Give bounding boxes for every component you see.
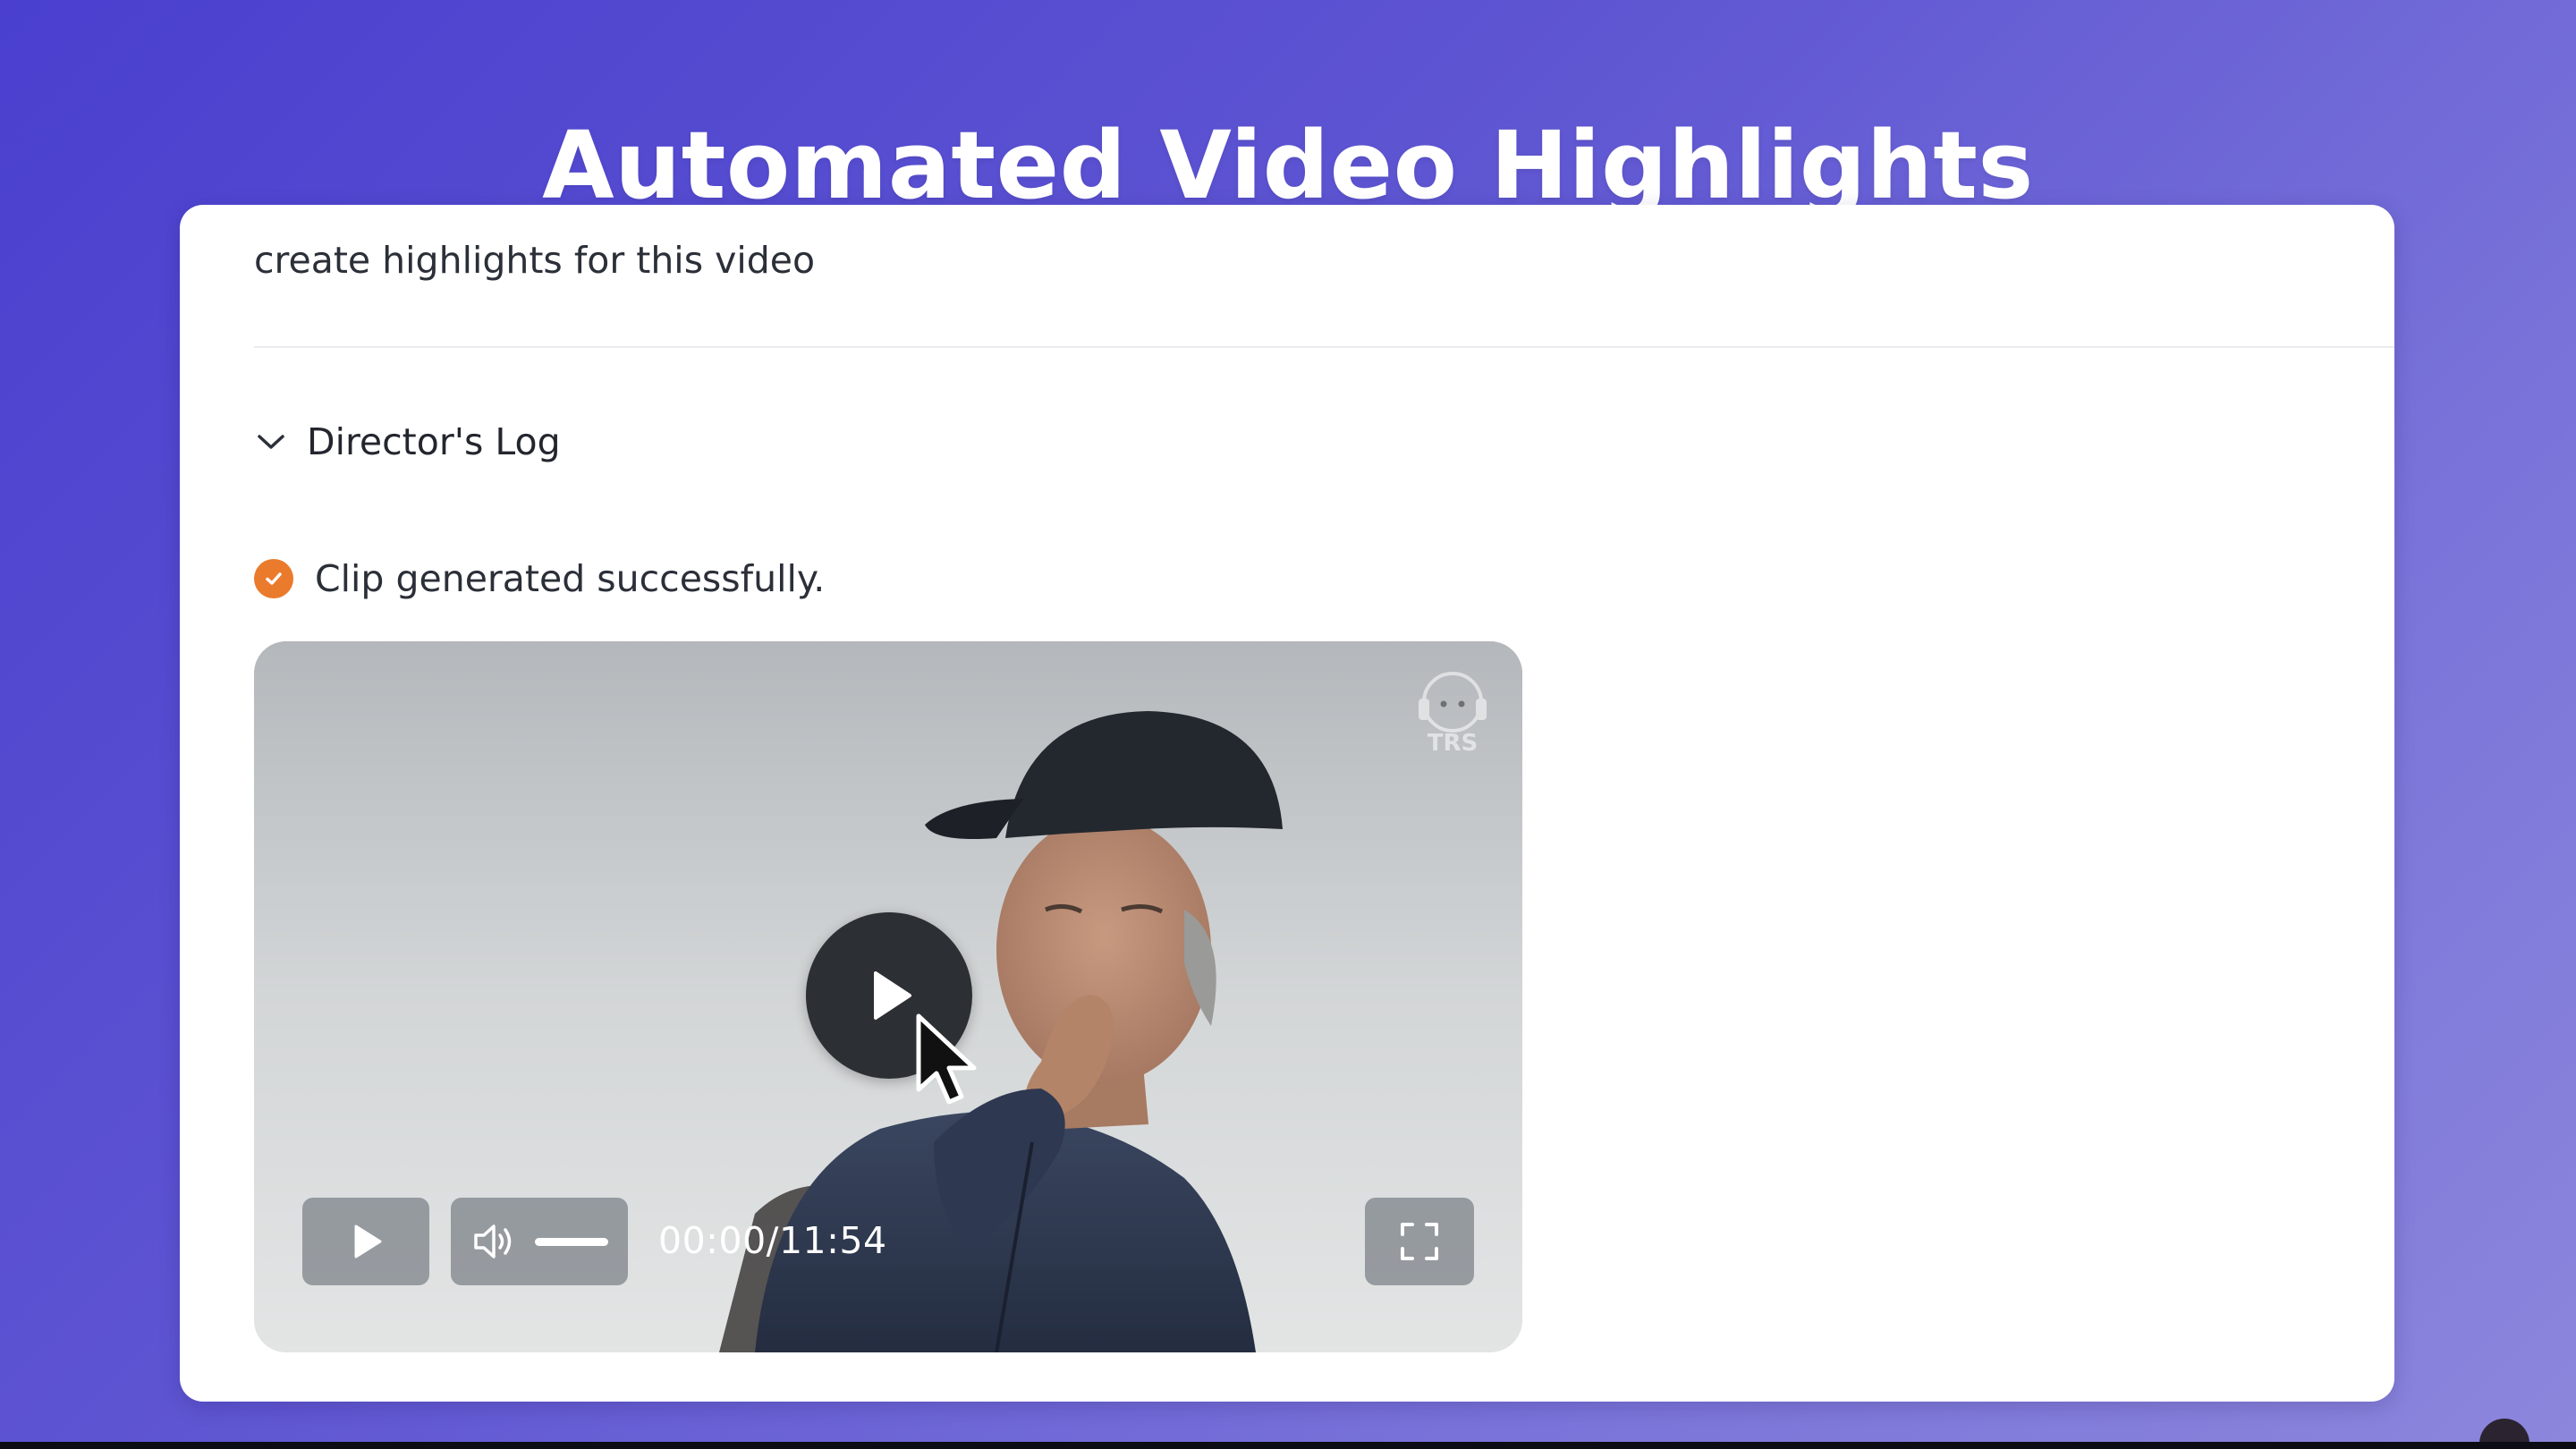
- play-icon: [354, 1224, 382, 1258]
- fullscreen-icon: [1401, 1223, 1438, 1260]
- playback-time: 00:00/11:54: [658, 1219, 887, 1262]
- chevron-down-icon: [251, 422, 291, 462]
- user-prompt: create highlights for this video: [254, 239, 816, 282]
- video-player[interactable]: TRS 00:00/11:54: [254, 641, 1522, 1352]
- fullscreen-button[interactable]: [1365, 1198, 1474, 1285]
- play-button[interactable]: [302, 1198, 429, 1285]
- volume-slider[interactable]: [535, 1237, 608, 1246]
- status-row: Clip generated successfully.: [254, 552, 825, 606]
- volume-icon[interactable]: [472, 1222, 515, 1261]
- directors-log-label: Director's Log: [307, 420, 561, 463]
- volume-control[interactable]: [451, 1198, 628, 1285]
- divider: [254, 346, 2394, 348]
- check-circle-icon: [254, 559, 293, 598]
- mouse-cursor-icon: [916, 1013, 977, 1105]
- status-message: Clip generated successfully.: [315, 557, 826, 600]
- channel-watermark-logo: TRS: [1419, 672, 1487, 757]
- bottom-bar: [0, 1442, 2576, 1449]
- watermark-text: TRS: [1428, 730, 1478, 757]
- chat-panel: create highlights for this video Directo…: [180, 205, 2394, 1402]
- directors-log-toggle[interactable]: Director's Log: [251, 415, 561, 469]
